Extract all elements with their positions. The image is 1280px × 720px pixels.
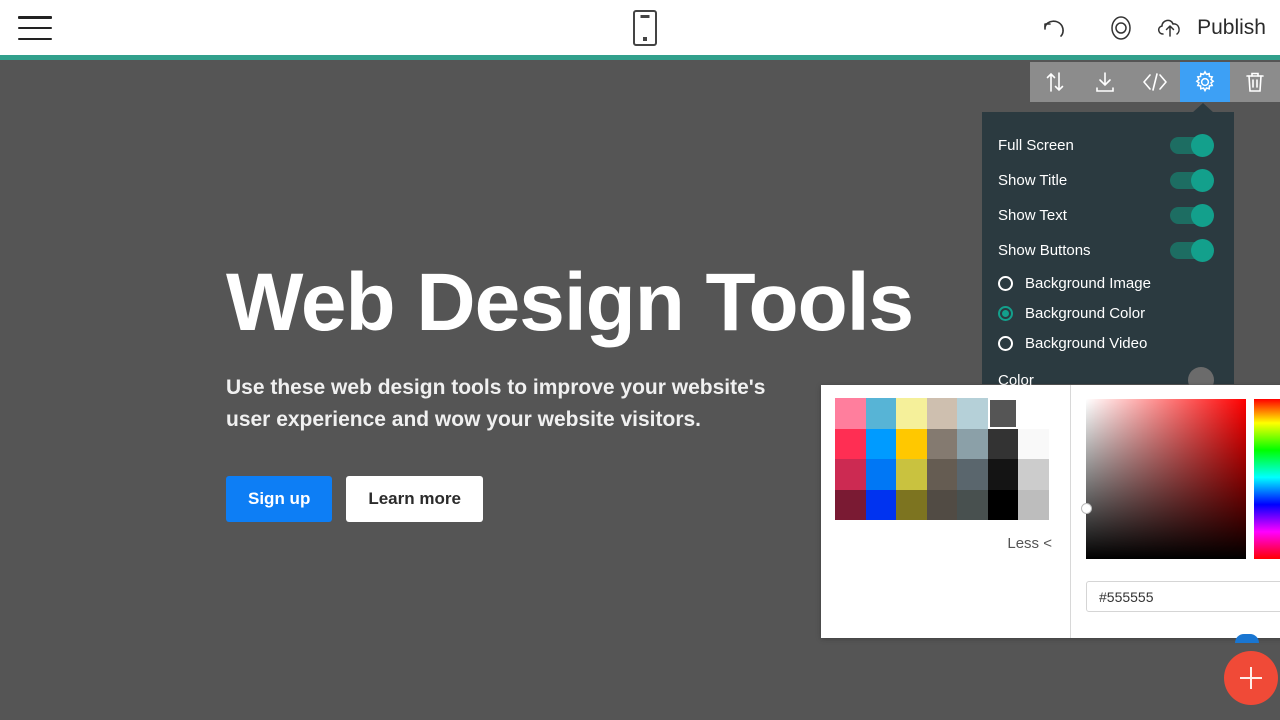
color-swatch-grid [835,398,1049,520]
hero-title: Web Design Tools [226,257,914,348]
app-header: Publish [0,0,1280,55]
hamburger-bar [18,16,52,19]
color-swatch[interactable] [1018,398,1049,429]
toggle-knob [1191,134,1214,157]
eye-preview-icon[interactable] [1088,0,1154,55]
cloud-upload-icon [1158,19,1180,37]
toggle-show-text[interactable] [1170,204,1214,227]
color-swatch[interactable] [926,398,957,429]
hex-color-input[interactable] [1086,581,1280,612]
radio-button[interactable] [998,335,1013,351]
section-accent-strip [0,55,1280,60]
radio-button[interactable] [998,275,1013,291]
panel-caret [1192,103,1214,113]
radio-button-selected[interactable] [998,305,1013,321]
move-updown-icon[interactable] [1030,62,1080,102]
color-swatch[interactable] [957,459,988,490]
color-swatch[interactable] [957,489,988,520]
toggle-knob [1191,204,1214,227]
device-home-button [643,37,647,41]
hamburger-menu-icon[interactable] [18,16,52,40]
color-swatch[interactable] [926,489,957,520]
toggle-full-screen[interactable] [1170,134,1214,157]
device-speaker [640,15,650,18]
color-swatch[interactable] [865,428,896,459]
setting-label: Show Text [998,207,1067,224]
color-swatch[interactable] [896,428,927,459]
setting-label: Show Buttons [998,242,1091,259]
color-swatch[interactable] [987,428,1018,459]
color-swatch[interactable] [957,428,988,459]
color-swatch[interactable] [865,459,896,490]
radio-row-background-image[interactable]: Background Image [982,268,1234,298]
radio-row-background-video[interactable]: Background Video [982,328,1234,358]
trash-icon[interactable] [1230,62,1280,102]
toggle-show-title[interactable] [1170,169,1214,192]
setting-label: Show Title [998,172,1068,189]
learn-more-button[interactable]: Learn more [346,475,483,522]
color-swatch[interactable] [987,398,1018,429]
color-swatch[interactable] [1018,428,1049,459]
undo-icon[interactable] [1022,0,1088,55]
setting-row-full-screen[interactable]: Full Screen [982,128,1234,163]
hue-slider[interactable] [1254,399,1280,559]
custom-color-pane [1071,385,1280,638]
code-brackets-icon[interactable] [1130,62,1180,102]
scroll-indicator [1235,634,1259,643]
color-swatch[interactable] [835,428,866,459]
setting-row-show-buttons[interactable]: Show Buttons [982,233,1234,268]
color-picker-popup: Less < [821,385,1280,638]
color-swatch[interactable] [835,489,866,520]
radio-label: Background Color [1025,304,1146,322]
color-swatch[interactable] [835,398,866,429]
setting-row-show-title[interactable]: Show Title [982,163,1234,198]
gear-icon[interactable] [1180,62,1230,102]
color-swatch[interactable] [1018,489,1049,520]
color-swatch[interactable] [896,489,927,520]
toggle-show-buttons[interactable] [1170,239,1214,262]
color-swatch[interactable] [926,459,957,490]
color-swatch[interactable] [865,489,896,520]
setting-label: Full Screen [998,137,1074,154]
less-toggle-link[interactable]: Less < [1007,535,1052,552]
radio-row-background-color[interactable]: Background Color [982,298,1234,328]
mobile-device-icon[interactable] [633,10,657,46]
radio-label: Background Video [1025,334,1148,352]
color-swatch[interactable] [987,489,1018,520]
color-swatch[interactable] [926,428,957,459]
toggle-knob [1191,169,1214,192]
publish-button[interactable]: Publish [1154,0,1280,55]
block-settings-panel: Full Screen Show Title Show Text Show Bu… [982,103,1234,393]
hamburger-bar [18,26,52,30]
color-swatch[interactable] [957,398,988,429]
saturation-value-area[interactable] [1081,399,1246,559]
color-swatch[interactable] [865,398,896,429]
color-swatch[interactable] [1018,459,1049,490]
signup-button[interactable]: Sign up [226,475,333,522]
sv-handle[interactable] [1081,503,1092,514]
setting-row-show-text[interactable]: Show Text [982,198,1234,233]
publish-label: Publish [1197,15,1266,39]
header-actions: Publish [1022,0,1280,55]
color-swatch[interactable] [896,398,927,429]
block-toolbar [1030,62,1280,102]
hero-subtitle: Use these web design tools to improve yo… [226,376,766,431]
add-block-button[interactable] [1224,651,1278,705]
color-palette-pane: Less < [821,385,1071,638]
toggle-knob [1191,239,1214,262]
hamburger-bar [18,37,52,40]
color-swatch[interactable] [835,459,866,490]
radio-label: Background Image [1025,274,1151,292]
download-icon[interactable] [1080,62,1130,102]
color-swatch[interactable] [896,459,927,490]
color-swatch[interactable] [987,459,1018,490]
